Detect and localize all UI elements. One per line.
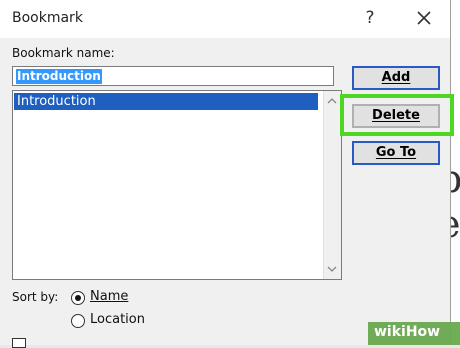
title-bar: Bookmark ? bbox=[0, 0, 450, 38]
sort-name-radio[interactable] bbox=[71, 291, 85, 305]
watermark: wikiHow bbox=[368, 322, 460, 345]
sort-location-label[interactable]: Location bbox=[90, 312, 145, 327]
scroll-down-icon[interactable] bbox=[327, 264, 337, 274]
dialog-title: Bookmark bbox=[12, 10, 83, 26]
add-button[interactable]: Add bbox=[352, 66, 440, 90]
sort-by-label: Sort by: bbox=[12, 290, 59, 304]
help-button[interactable]: ? bbox=[360, 6, 380, 30]
radio-selected-dot bbox=[75, 295, 81, 301]
vertical-scrollbar[interactable] bbox=[323, 91, 341, 279]
bookmark-name-value: Introduction bbox=[16, 69, 102, 84]
sort-location-radio[interactable] bbox=[71, 314, 85, 328]
hidden-bookmarks-checkbox[interactable] bbox=[12, 338, 26, 348]
scroll-up-icon[interactable] bbox=[327, 96, 337, 106]
bookmark-list[interactable]: Introduction bbox=[12, 90, 342, 280]
go-to-button[interactable]: Go To bbox=[352, 141, 440, 165]
close-icon[interactable] bbox=[412, 6, 436, 30]
watermark-text: wikiHow bbox=[374, 324, 441, 340]
list-item[interactable]: Introduction bbox=[14, 93, 318, 110]
delete-button[interactable]: Delete bbox=[352, 104, 440, 128]
bookmark-name-input[interactable]: Introduction bbox=[12, 66, 334, 86]
bookmark-dialog: Bookmark ? Bookmark name: Introduction I… bbox=[0, 0, 454, 348]
sort-name-label[interactable]: Name bbox=[90, 289, 128, 304]
bookmark-name-label: Bookmark name: bbox=[12, 46, 115, 60]
